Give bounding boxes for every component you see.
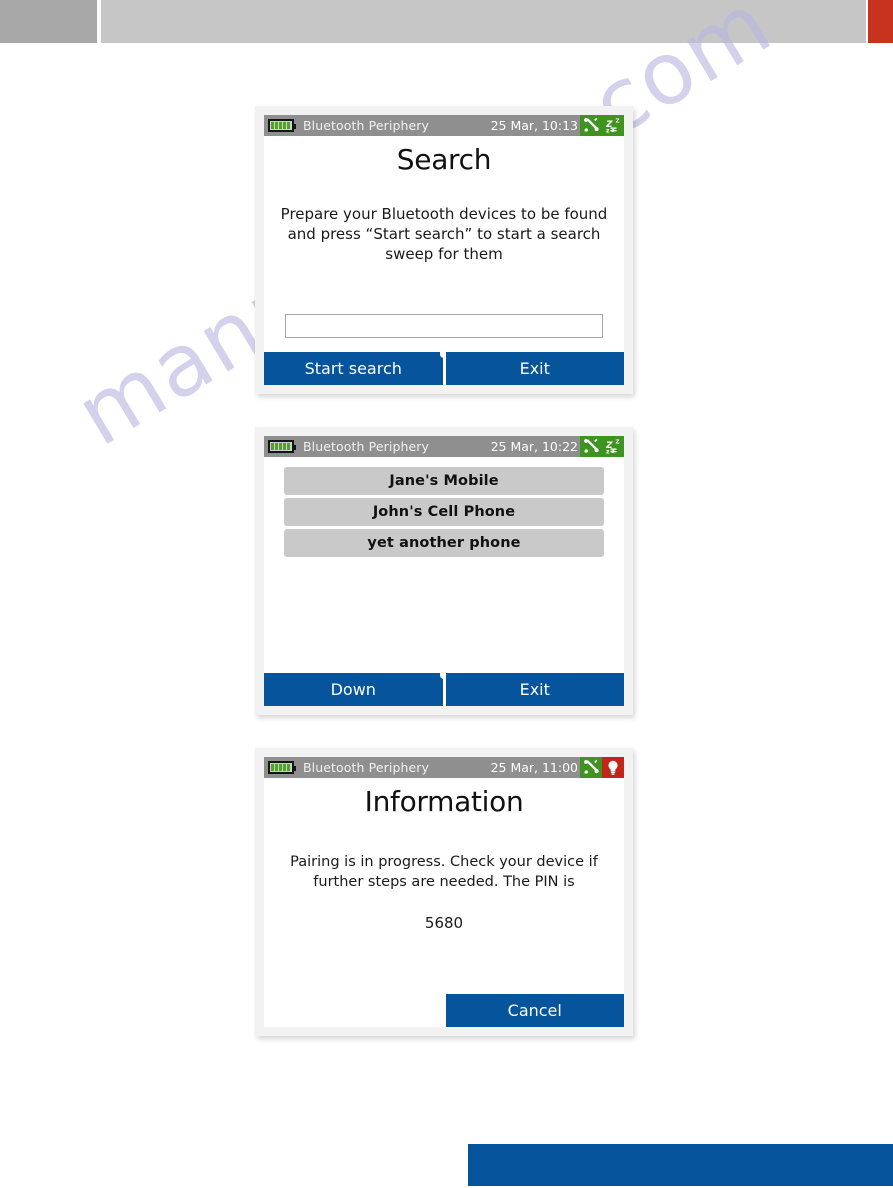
page-footer-bar (468, 1144, 893, 1186)
header-accent-block (868, 0, 893, 43)
softkey-bar: Down Exit (264, 673, 624, 706)
device-frame-information: Bluetooth Periphery 25 Mar, 11:00 Inform… (255, 748, 633, 1036)
device-frame-search: Bluetooth Periphery 25 Mar, 10:13 Z Z z … (255, 106, 633, 394)
status-bar: Bluetooth Periphery 25 Mar, 11:00 (264, 757, 624, 778)
tools-icon (580, 757, 602, 778)
lightbulb-icon (602, 757, 624, 778)
status-bar-app-title: Bluetooth Periphery (303, 439, 430, 454)
list-item[interactable]: Jane's Mobile (284, 467, 604, 495)
tools-icon (580, 115, 602, 136)
page-title: Information (364, 785, 524, 818)
cancel-button[interactable]: Cancel (445, 994, 624, 1027)
status-bar-icons: Z Z z z (580, 436, 624, 457)
status-bar-datetime: 25 Mar, 10:22 (490, 439, 578, 454)
status-bar-datetime: 25 Mar, 11:00 (490, 760, 578, 775)
exit-button[interactable]: Exit (445, 673, 624, 706)
screen-search: Bluetooth Periphery 25 Mar, 10:13 Z Z z … (264, 115, 624, 385)
svg-text:Z: Z (616, 119, 620, 125)
softkey-bar: Cancel (264, 994, 624, 1027)
list-item[interactable]: yet another phone (284, 529, 604, 557)
screen-body-device-list: Jane's Mobile John's Cell Phone yet anot… (264, 457, 624, 673)
information-text: Pairing is in progress. Check your devic… (290, 854, 598, 890)
instruction-text: Prepare your Bluetooth devices to be fou… (280, 205, 608, 263)
battery-icon (268, 761, 296, 774)
status-bar-icons: Z Z z z (580, 115, 624, 136)
standby-sleep-icon: Z Z z z (602, 436, 624, 457)
pin-value: 5680 (424, 914, 464, 932)
screen-body-search: Search Prepare your Bluetooth devices to… (264, 136, 624, 352)
list-item[interactable]: John's Cell Phone (284, 498, 604, 526)
status-bar-icons (580, 757, 624, 778)
tools-icon (580, 436, 602, 457)
header-left-block (0, 0, 97, 43)
svg-text:z: z (606, 449, 610, 456)
status-bar: Bluetooth Periphery 25 Mar, 10:13 Z Z z (264, 115, 624, 136)
down-button[interactable]: Down (264, 673, 443, 706)
header-main-block (101, 0, 866, 43)
screen-body-information: Information Pairing is in progress. Chec… (264, 778, 624, 994)
softkey-bar: Start search Exit (264, 352, 624, 385)
softkey-empty-slot (264, 994, 443, 1027)
status-bar: Bluetooth Periphery 25 Mar, 10:22 Z Z z (264, 436, 624, 457)
device-list: Jane's Mobile John's Cell Phone yet anot… (264, 457, 624, 557)
standby-sleep-icon: Z Z z z (602, 115, 624, 136)
page-header (0, 0, 893, 43)
screen-information: Bluetooth Periphery 25 Mar, 11:00 Inform… (264, 757, 624, 1027)
page-title: Search (396, 143, 492, 176)
screen-device-list: Bluetooth Periphery 25 Mar, 10:22 Z Z z … (264, 436, 624, 706)
battery-icon (268, 119, 296, 132)
start-search-button[interactable]: Start search (264, 352, 443, 385)
device-frame-device-list: Bluetooth Periphery 25 Mar, 10:22 Z Z z … (255, 427, 633, 715)
battery-icon (268, 440, 296, 453)
status-bar-app-title: Bluetooth Periphery (303, 760, 430, 775)
status-bar-datetime: 25 Mar, 10:13 (490, 118, 578, 133)
status-bar-app-title: Bluetooth Periphery (303, 118, 430, 133)
svg-text:z: z (606, 128, 610, 135)
exit-button[interactable]: Exit (445, 352, 624, 385)
svg-text:Z: Z (616, 440, 620, 446)
search-input[interactable] (285, 314, 603, 338)
